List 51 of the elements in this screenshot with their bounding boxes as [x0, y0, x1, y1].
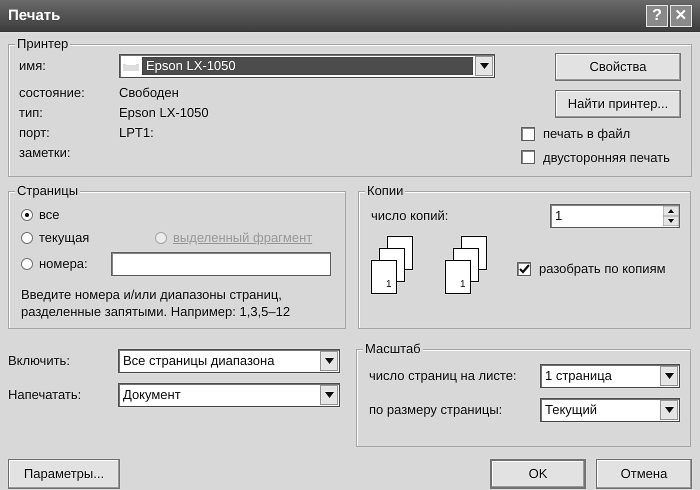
radio-label: номера: [39, 255, 88, 274]
dropdown-arrow-icon [664, 373, 674, 379]
dropdown-arrow-icon [480, 63, 488, 69]
page-numbers-field[interactable] [111, 252, 331, 276]
spinner-arrows-icon [663, 206, 679, 226]
field-value: Epson LX-1050 [119, 104, 209, 122]
button[interactable]: Найти принтер... [555, 90, 681, 118]
dropdown-arrow-icon [324, 358, 334, 364]
button[interactable]: Отмена [596, 459, 692, 489]
field-label: имя: [19, 57, 47, 76]
radio-label: все [39, 206, 60, 224]
hint-text: Введите номера и/или диапазоны страниц, разделенные запятыми. Например: 1,3,5–12 [21, 286, 292, 320]
field-label: число страниц на листе: [369, 367, 517, 386]
check-icon [518, 264, 530, 274]
button[interactable]: Свойства [555, 53, 681, 81]
checkbox-label: двусторонняя печать [543, 148, 670, 167]
button[interactable]: Параметры... [8, 459, 120, 489]
field-value: Свободен [119, 84, 179, 102]
page-number: 1 [460, 279, 466, 291]
field-label: по размеру страницы: [369, 401, 502, 420]
checkbox-label: разобрать по копиям [539, 260, 666, 278]
field-label: Напечатать: [8, 386, 82, 404]
field-label: тип: [19, 104, 44, 122]
radio-button[interactable] [21, 232, 33, 244]
dropdown[interactable]: Текущий [540, 398, 680, 422]
dropdown-arrow-icon [664, 407, 674, 413]
checkbox[interactable] [521, 126, 535, 141]
copies-spinner[interactable]: 1 [550, 204, 680, 228]
field-label: порт: [19, 124, 51, 142]
radio-label: выделенный фрагмент [173, 229, 312, 248]
radio-button[interactable] [21, 258, 33, 270]
group-title: Страницы [15, 183, 80, 199]
dropdown[interactable]: 1 страница [540, 364, 680, 388]
group-title: Принтер [15, 36, 70, 52]
dropdown[interactable]: Epson LX-1050 [119, 54, 495, 78]
dropdown[interactable]: Все страницы диапазона [118, 349, 340, 373]
checkbox[interactable] [517, 262, 531, 276]
page-number: 1 [386, 279, 392, 291]
button[interactable]: OK [490, 459, 586, 489]
field-label: заметки: [19, 144, 72, 162]
field-label: Включить: [8, 352, 71, 370]
checkbox[interactable] [521, 150, 535, 164]
field-label: состояние: [19, 84, 86, 102]
field-value: LPT1: [119, 124, 154, 142]
dropdown[interactable]: Документ [118, 383, 340, 407]
window-title: Печать [8, 6, 62, 26]
checkbox-label: печать в файл [543, 125, 630, 143]
radio-button[interactable] [21, 209, 33, 221]
radio-label: текущая [39, 229, 90, 248]
field-label: число копий: [371, 207, 448, 226]
dropdown-arrow-icon [324, 392, 334, 398]
